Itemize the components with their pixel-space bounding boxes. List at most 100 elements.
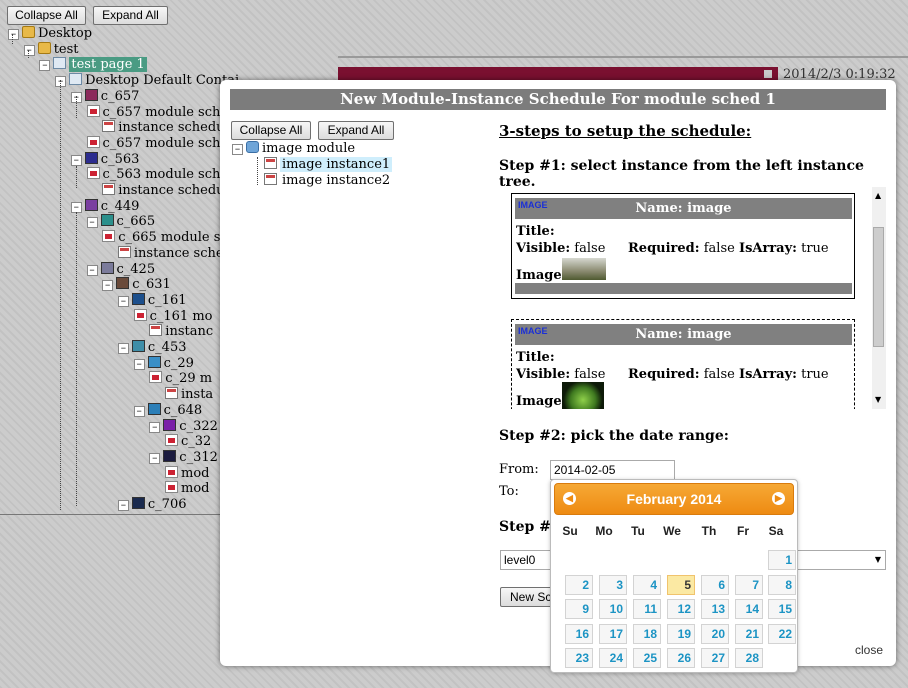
bg-tree-node[interactable]: − c_449 <box>70 198 139 214</box>
bg-tree-node[interactable]: mod <box>165 465 209 481</box>
bg-tree-node[interactable]: − c_312 <box>149 449 218 465</box>
calendar-day[interactable]: 27 <box>701 648 729 668</box>
calendar-day[interactable]: 25 <box>633 648 661 668</box>
calendar-day[interactable]: 20 <box>701 623 729 644</box>
calendar-day[interactable]: 6 <box>701 574 729 595</box>
instance-tree-root[interactable]: − image module <box>232 141 355 156</box>
collapse-icon[interactable]: − <box>86 217 98 229</box>
calendar-day[interactable]: 22 <box>768 623 796 644</box>
bg-expand-all-button[interactable]: Expand All <box>93 6 168 25</box>
collapse-icon[interactable]: − <box>86 264 98 276</box>
bg-tree-node[interactable]: − Desktop <box>8 26 92 41</box>
calendar-day[interactable]: 26 <box>667 648 695 668</box>
next-arrow-icon[interactable]: ▶ <box>772 492 785 505</box>
collapse-icon[interactable]: − <box>8 29 19 40</box>
bg-tree-node[interactable]: c_657 module sch <box>86 135 220 151</box>
calendar-day[interactable]: 23 <box>565 648 593 668</box>
calendar-day[interactable]: 12 <box>667 599 695 619</box>
calendar-day[interactable]: 24 <box>599 648 627 668</box>
instance-tree-item[interactable]: image instance1 <box>264 157 393 172</box>
bg-tree-node[interactable]: instance schedu <box>102 120 225 135</box>
calendar-day[interactable]: 15 <box>768 599 796 619</box>
calendar-day[interactable]: 11 <box>633 599 661 619</box>
calendar-day[interactable]: 9 <box>565 599 593 619</box>
collapse-icon[interactable]: − <box>70 154 82 166</box>
calendar-day[interactable]: 18 <box>633 623 661 644</box>
calendar-day[interactable]: 3 <box>599 574 627 595</box>
collapse-icon[interactable]: − <box>102 280 114 292</box>
calendar-day[interactable]: 28 <box>735 648 763 668</box>
calendar-day[interactable]: 14 <box>735 599 763 619</box>
bg-tree-node[interactable]: − c_322 <box>149 418 218 434</box>
prev-arrow-icon[interactable]: ◀ <box>563 492 576 505</box>
collapse-icon[interactable]: − <box>117 500 129 511</box>
to-label: To: <box>499 484 519 499</box>
bg-tree-node[interactable]: − c_453 <box>117 340 186 355</box>
calendar-day[interactable]: 21 <box>735 623 763 644</box>
module-icon <box>86 135 100 148</box>
calendar-day[interactable]: 16 <box>565 623 593 644</box>
bg-tree-node[interactable]: c_32 <box>165 434 211 449</box>
scroll-down-icon[interactable]: ▼ <box>875 395 881 404</box>
bg-tree-node[interactable]: insta <box>165 387 213 402</box>
preview-scrollbar[interactable]: ▲ ▼ <box>872 187 886 409</box>
collapse-icon[interactable]: − <box>133 358 145 370</box>
bg-tree-label: c_657 <box>100 88 140 104</box>
card-required: Required: false <box>628 241 735 256</box>
bg-tree-node[interactable]: − c_648 <box>133 402 202 418</box>
calendar-day[interactable]: 8 <box>768 574 796 595</box>
collapse-icon[interactable]: − <box>149 452 161 464</box>
bg-tree-node[interactable]: c_29 m <box>149 371 212 386</box>
calendar-day[interactable]: 10 <box>599 599 627 619</box>
instance-label: image instance1 <box>280 157 393 172</box>
dialog-collapse-all-button[interactable]: Collapse All <box>231 121 311 140</box>
calendar-day[interactable]: 1 <box>768 550 796 570</box>
bg-tree-node[interactable]: − test page 1 <box>39 57 147 73</box>
collapse-icon[interactable]: − <box>133 405 145 417</box>
calendar-day[interactable]: 4 <box>633 574 661 595</box>
calendar-day[interactable]: 17 <box>599 623 627 644</box>
bg-tree-node[interactable]: − c_161 <box>117 292 186 308</box>
card-thumbnail <box>562 382 604 409</box>
collapse-icon[interactable]: − <box>39 60 51 72</box>
from-date-input[interactable] <box>550 460 675 480</box>
bg-tree-label: c_29 m <box>165 371 213 387</box>
bg-tree-node[interactable]: c_665 module s <box>102 230 220 245</box>
bg-tree-node[interactable]: − c_563 <box>70 151 139 167</box>
calendar-day[interactable]: 13 <box>701 599 729 619</box>
scroll-up-icon[interactable]: ▲ <box>875 191 881 200</box>
bg-tree-node[interactable]: − c_631 <box>102 277 171 292</box>
collapse-icon[interactable]: − <box>117 343 129 354</box>
bg-tree-node[interactable]: − c_706 <box>117 497 186 512</box>
bg-tree-node[interactable]: c_657 module sche <box>86 104 228 120</box>
instance-preview-area[interactable]: Name: image IMAGE Title: Visible: false … <box>500 187 888 409</box>
calendar-day[interactable]: 19 <box>667 623 695 644</box>
calendar-day[interactable]: 2 <box>565 574 593 595</box>
bg-tree-node[interactable]: − c_657 <box>70 88 140 104</box>
instance-tree-item[interactable]: image instance2 <box>264 173 392 188</box>
calendar-day[interactable]: 7 <box>735 574 763 595</box>
bg-tree-node[interactable]: − c_425 <box>86 261 155 277</box>
bg-tree-node[interactable]: instance schedu <box>102 183 225 198</box>
scrollbar-thumb[interactable] <box>873 227 884 347</box>
collapse-icon[interactable]: − <box>117 295 129 307</box>
bg-tree-node[interactable]: instanc <box>149 324 213 339</box>
collapse-icon[interactable]: − <box>232 144 243 155</box>
instance-card[interactable]: Name: image IMAGE Title: Visible: false … <box>511 193 855 299</box>
bg-tree-node[interactable]: − Desktop Default Contai <box>55 73 239 88</box>
bg-tree-node[interactable]: − test <box>23 41 79 57</box>
bg-tree-node[interactable]: c_161 mo <box>133 308 212 324</box>
weekday-label: Su <box>562 524 578 538</box>
bg-tree-node[interactable]: instance sche <box>117 245 224 261</box>
calendar-day[interactable]: 5 <box>667 574 695 595</box>
collapse-icon[interactable]: − <box>23 44 35 56</box>
bg-tree-node[interactable]: − c_665 <box>86 214 155 229</box>
bg-tree-node[interactable]: mod <box>165 481 209 496</box>
bg-tree-node[interactable]: c_563 module sch <box>86 167 220 182</box>
instance-card[interactable]: Name: image IMAGE Title: Visible: false … <box>511 319 855 409</box>
bg-collapse-all-button[interactable]: Collapse All <box>7 6 86 25</box>
collapse-icon[interactable]: − <box>149 421 161 433</box>
dialog-expand-all-button[interactable]: Expand All <box>318 121 394 140</box>
bg-tree-node[interactable]: − c_29 <box>133 355 194 371</box>
close-link[interactable]: close <box>855 643 883 657</box>
